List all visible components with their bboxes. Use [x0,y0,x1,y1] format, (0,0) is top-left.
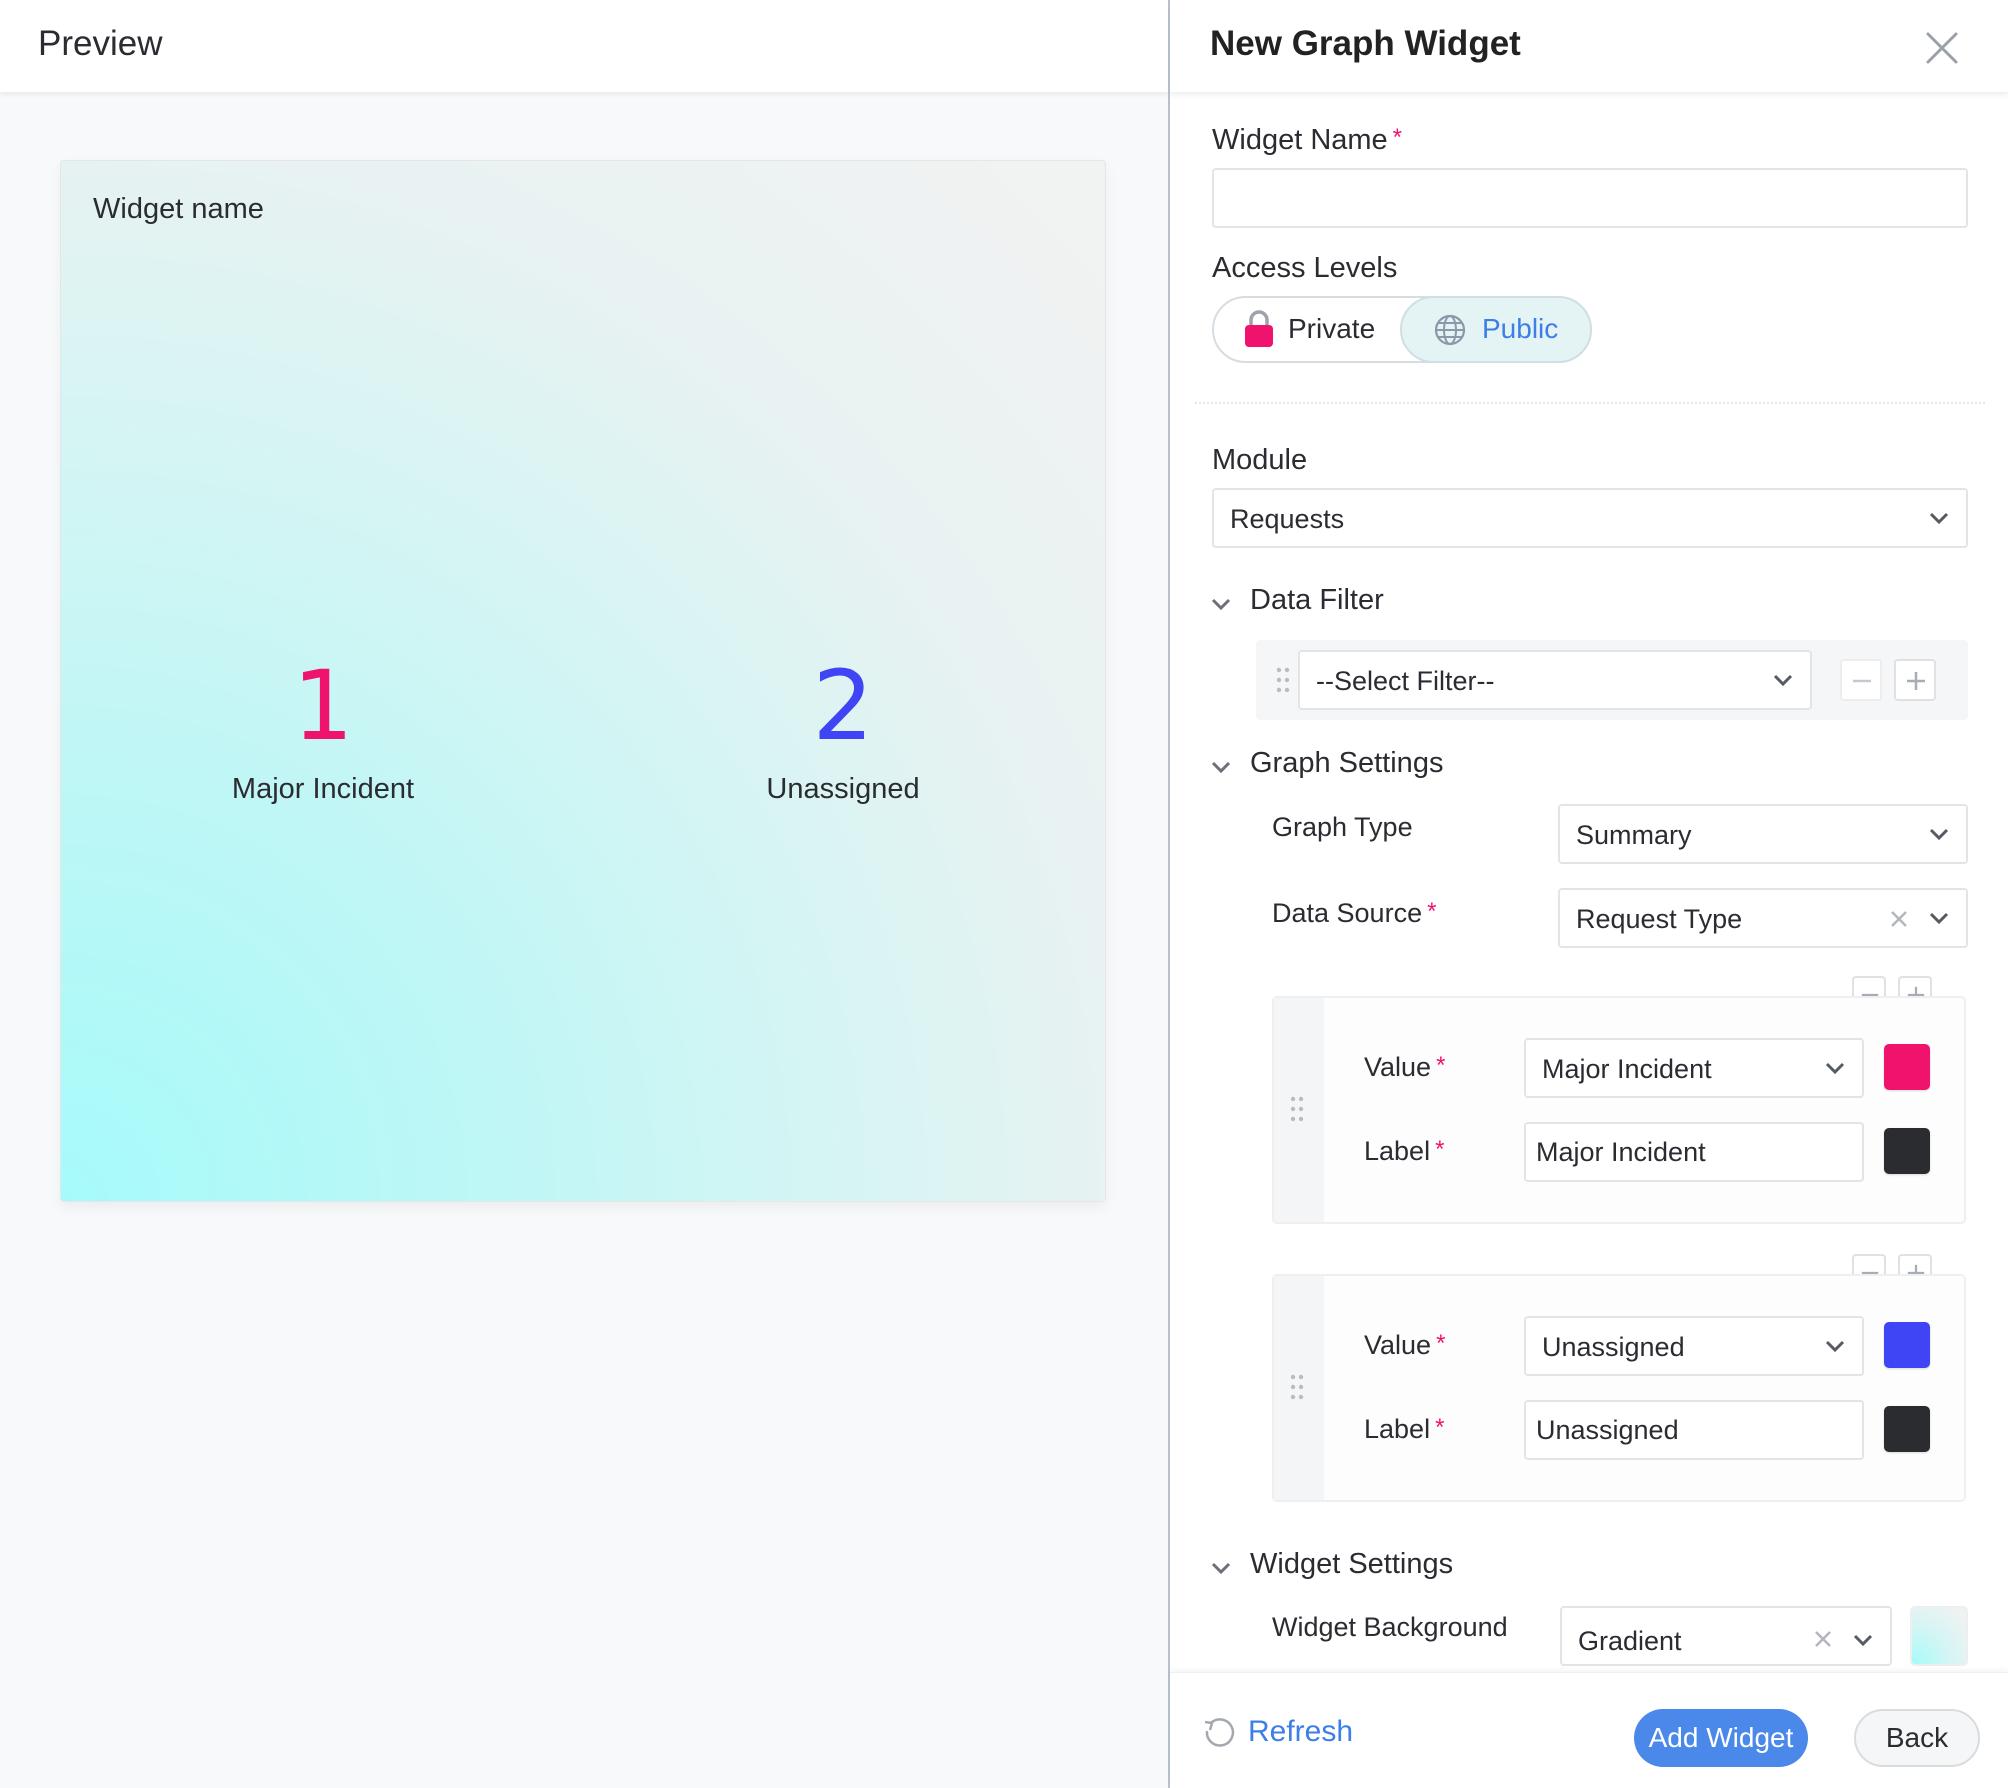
access-levels-label: Access Levels [1212,252,1398,284]
chevron-down-icon [1211,761,1231,774]
clear-icon[interactable] [1812,1628,1834,1650]
required-marker: * [1427,898,1437,925]
close-icon [1926,32,1958,64]
value-select[interactable]: Unassigned [1524,1316,1864,1376]
access-option-public[interactable]: Public [1400,296,1592,363]
chevron-down-icon [1773,674,1793,687]
required-marker: * [1392,124,1403,151]
access-public-label: Public [1482,313,1559,344]
graph-type-value: Summary [1576,820,1692,850]
refresh-label: Refresh [1248,1715,1354,1748]
value-entry-card: Value * Major Incident Label * [1272,996,1966,1224]
widget-card-title: Widget name [93,193,264,225]
stat-unassigned: 2 Unassigned [643,651,1043,806]
graph-settings-section-toggle[interactable]: Graph Settings [1210,747,1510,787]
widget-background-select[interactable]: Gradient [1560,1606,1892,1666]
stat-value: 1 [292,650,354,762]
plus-icon [1907,672,1925,690]
background-color-swatch[interactable] [1910,1606,1968,1666]
widget-background-label: Widget Background [1272,1612,1508,1642]
chevron-down-icon [1929,512,1949,525]
drag-handle-icon[interactable] [1290,1096,1304,1122]
stat-major-incident: 1 Major Incident [123,651,523,806]
value-color-swatch[interactable] [1884,1044,1930,1090]
label-color-swatch[interactable] [1884,1128,1930,1174]
remove-filter-button[interactable] [1840,659,1882,701]
widget-name-input[interactable] [1212,168,1968,228]
label-label: Label * [1364,1136,1445,1166]
panel-footer: Refresh Add Widget Back [1170,1672,2008,1788]
value-entry-card: Value * Unassigned Label * [1272,1274,1966,1502]
label-input[interactable] [1524,1400,1864,1460]
stat-label: Unassigned [766,773,920,805]
chevron-down-icon [1211,1562,1231,1575]
data-source-value: Request Type [1576,904,1743,934]
drag-handle-icon[interactable] [1276,667,1290,693]
graph-type-label: Graph Type [1272,812,1413,842]
close-button[interactable] [1924,30,1960,66]
access-level-toggle: Private Public [1212,296,1592,363]
filter-select[interactable]: --Select Filter-- [1298,650,1812,710]
preview-header: Preview [0,0,1168,93]
label-label: Label * [1364,1414,1445,1444]
widget-settings-section-toggle[interactable]: Widget Settings [1210,1548,1510,1588]
module-select[interactable]: Requests [1212,488,1968,548]
value-color-swatch[interactable] [1884,1322,1930,1368]
access-option-private[interactable]: Private [1214,298,1404,361]
access-private-label: Private [1288,313,1376,344]
widget-preview-card: Widget name 1 Major Incident 2 Unassigne… [60,160,1106,1202]
module-select-value: Requests [1230,504,1345,534]
value-label: Value * [1364,1052,1446,1082]
refresh-icon [1204,1718,1235,1747]
widget-settings-title: Widget Settings [1250,1548,1454,1580]
chevron-down-icon [1825,1340,1845,1353]
filter-select-value: --Select Filter-- [1316,666,1495,696]
panel-header: New Graph Widget [1170,0,2008,93]
stat-label: Major Incident [231,773,415,805]
chevron-down-icon [1211,598,1231,611]
graph-settings-title: Graph Settings [1250,747,1444,779]
chevron-down-icon [1853,1634,1873,1647]
value-label-text: Value [1364,1052,1432,1082]
preview-pane: Preview Widget name 1 Major Incident 2 U… [0,0,1168,1788]
widget-config-panel: New Graph Widget Widget Name * Access Lev… [1168,0,2008,1788]
data-filter-section-toggle[interactable]: Data Filter [1210,584,1510,624]
minus-icon [1853,679,1871,683]
value-label-text: Value [1364,1330,1432,1360]
label-color-swatch[interactable] [1884,1406,1930,1452]
value-label: Value * [1364,1330,1446,1360]
value-select[interactable]: Major Incident [1524,1038,1864,1098]
chevron-down-icon [1929,828,1949,841]
chevron-down-icon [1929,912,1949,925]
filter-row: --Select Filter-- [1256,640,1968,720]
section-divider [1195,402,1985,404]
value-select-value: Major Incident [1542,1054,1712,1084]
add-widget-button[interactable]: Add Widget [1634,1709,1808,1767]
widget-name-label-text: Widget Name [1212,124,1388,156]
label-input[interactable] [1524,1122,1864,1182]
label-label-text: Label [1364,1414,1431,1444]
label-label-text: Label [1364,1136,1431,1166]
value-select-value: Unassigned [1542,1332,1685,1362]
back-button[interactable]: Back [1854,1709,1980,1767]
add-filter-button[interactable] [1894,659,1936,701]
chevron-down-icon [1825,1062,1845,1075]
lock-icon [1245,310,1273,347]
data-filter-title: Data Filter [1250,584,1384,616]
preview-title: Preview [38,24,163,63]
module-label: Module [1212,444,1308,476]
drag-handle-icon[interactable] [1290,1374,1304,1400]
data-source-label-text: Data Source [1272,898,1423,928]
stat-value: 2 [812,650,874,762]
graph-type-select[interactable]: Summary [1558,804,1968,864]
data-source-select[interactable]: Request Type [1558,888,1968,948]
widget-background-value: Gradient [1578,1626,1682,1656]
globe-icon [1434,314,1466,346]
widget-name-label: Widget Name * [1212,124,1402,157]
data-source-label: Data Source * [1272,898,1436,929]
panel-title: New Graph Widget [1210,24,1521,63]
clear-icon[interactable] [1888,908,1910,930]
